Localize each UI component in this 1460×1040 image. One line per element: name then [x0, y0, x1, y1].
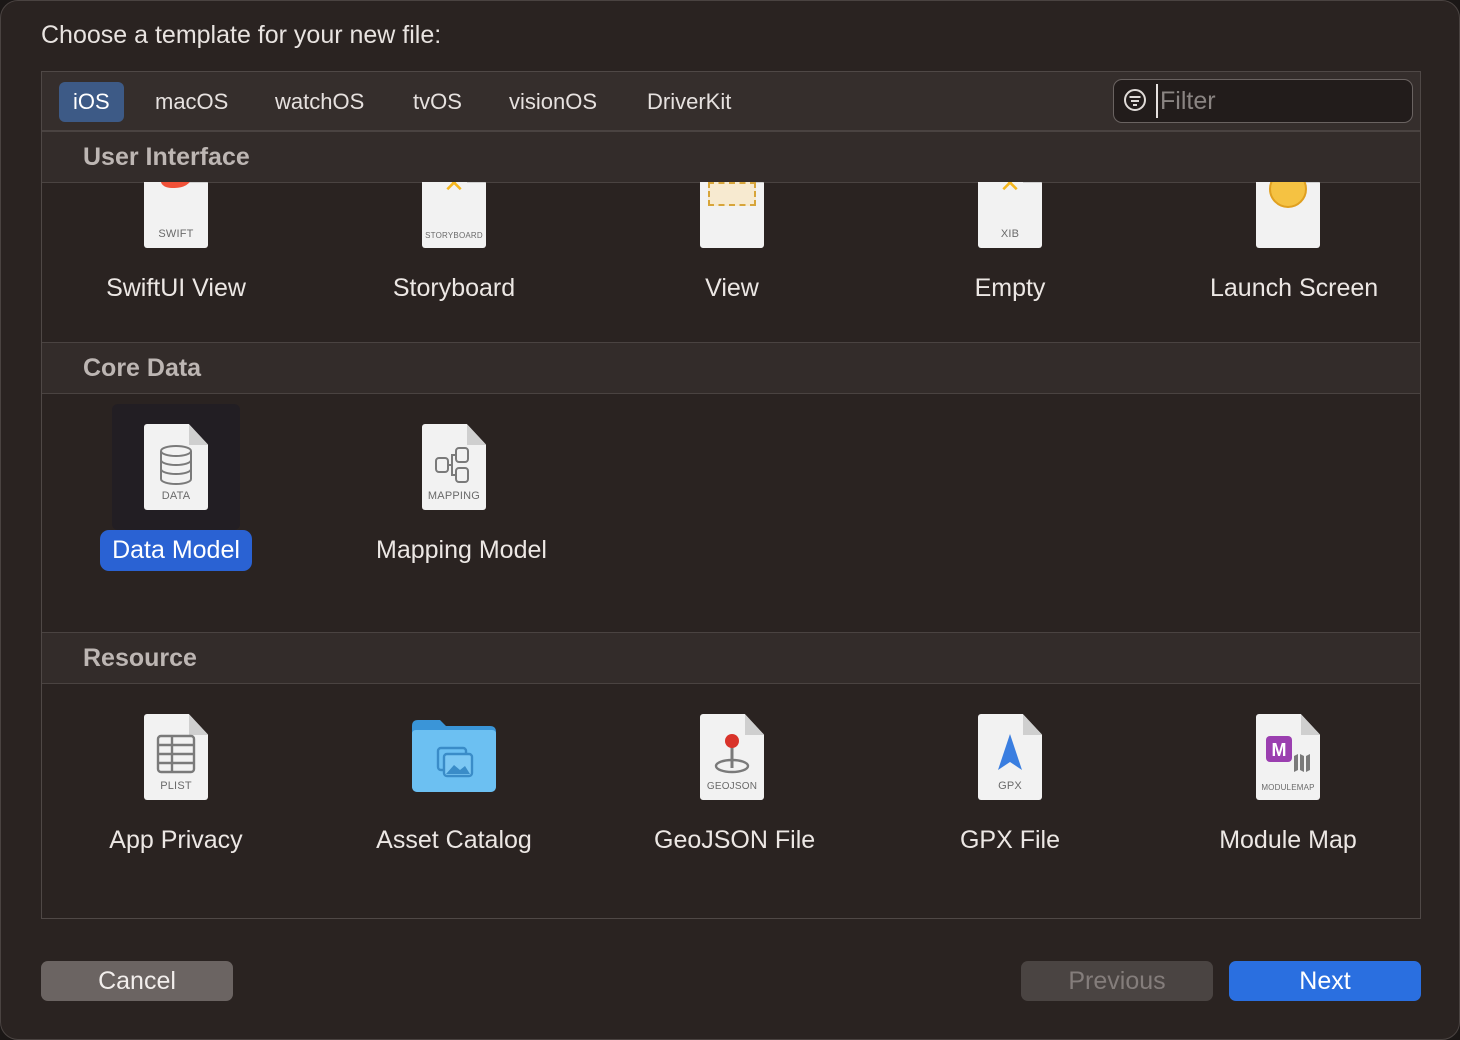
tab-visionos[interactable]: visionOS: [495, 82, 611, 122]
template-label: SwiftUI View: [106, 274, 246, 302]
filter-input[interactable]: [1156, 84, 1402, 118]
template-label: Empty: [974, 274, 1046, 302]
next-button[interactable]: Next: [1229, 961, 1421, 1001]
platform-tab-bar: iOS macOS watchOS tvOS visionOS DriverKi…: [42, 72, 1420, 131]
cancel-button[interactable]: Cancel: [41, 961, 233, 1001]
template-mapping-model[interactable]: MAPPING Mapping Model: [364, 404, 547, 571]
filter-icon: [1124, 89, 1146, 111]
data-model-file-icon: DATA: [144, 424, 208, 510]
xib-file-icon: ✕ XIB: [978, 182, 1042, 248]
template-label: App Privacy: [109, 826, 243, 854]
template-label: Launch Screen: [1210, 274, 1379, 302]
launch-screen-file-icon: [1256, 182, 1320, 248]
user-interface-row: SWIFT SwiftUI View ✕ STORYBOARD Storyboa…: [42, 182, 1420, 342]
template-swiftui-view[interactable]: SWIFT SwiftUI View: [86, 182, 266, 309]
geojson-file-icon: GEOJSON: [700, 714, 764, 800]
template-label: Storyboard: [392, 274, 516, 302]
swift-file-icon: SWIFT: [144, 182, 208, 248]
tab-macos[interactable]: macOS: [141, 82, 242, 122]
view-file-icon: [700, 182, 764, 248]
section-title: Resource: [83, 644, 197, 672]
tab-watchos[interactable]: watchOS: [261, 82, 378, 122]
filter-field[interactable]: [1113, 79, 1413, 123]
template-label: GPX File: [959, 826, 1061, 854]
dialog-title: Choose a template for your new file:: [41, 21, 442, 49]
template-launch-screen[interactable]: Launch Screen: [1198, 182, 1378, 309]
section-header-resource: Resource: [42, 632, 1420, 684]
svg-text:M: M: [1272, 740, 1287, 760]
section-title: User Interface: [83, 143, 250, 171]
template-app-privacy[interactable]: PLIST App Privacy: [86, 694, 266, 861]
plist-file-icon: PLIST: [144, 714, 208, 800]
template-data-model[interactable]: DATA Data Model: [86, 404, 266, 571]
template-gpx-file[interactable]: GPX GPX File: [920, 694, 1100, 861]
mapping-model-file-icon: MAPPING: [422, 424, 486, 510]
template-geojson-file[interactable]: GEOJSON GeoJSON File: [642, 694, 822, 861]
previous-button[interactable]: Previous: [1021, 961, 1213, 1001]
asset-folder-icon: [410, 718, 498, 794]
template-empty[interactable]: ✕ XIB Empty: [920, 182, 1100, 309]
template-label: GeoJSON File: [654, 826, 816, 854]
gpx-file-icon: GPX: [978, 714, 1042, 800]
template-panel: iOS macOS watchOS tvOS visionOS DriverKi…: [41, 71, 1421, 919]
section-header-core-data: Core Data: [42, 342, 1420, 394]
tab-driverkit[interactable]: DriverKit: [633, 82, 745, 122]
template-module-map[interactable]: M MODULEMAP Module Map: [1198, 694, 1378, 861]
template-label: Data Model: [100, 530, 252, 571]
tab-ios[interactable]: iOS: [59, 82, 124, 122]
new-file-template-dialog: Choose a template for your new file: iOS…: [0, 0, 1460, 1040]
template-label: Module Map: [1219, 826, 1357, 854]
storyboard-file-icon: ✕ STORYBOARD: [422, 182, 486, 248]
template-asset-catalog[interactable]: Asset Catalog: [364, 694, 544, 861]
tab-tvos[interactable]: tvOS: [399, 82, 476, 122]
section-title: Core Data: [83, 354, 202, 382]
template-view[interactable]: View: [642, 182, 822, 309]
template-label: View: [705, 274, 759, 302]
section-header-user-interface: User Interface: [42, 131, 1420, 183]
template-label: Mapping Model: [376, 536, 547, 564]
modulemap-file-icon: M MODULEMAP: [1256, 714, 1320, 800]
template-label: Asset Catalog: [376, 826, 532, 854]
template-storyboard[interactable]: ✕ STORYBOARD Storyboard: [364, 182, 544, 309]
